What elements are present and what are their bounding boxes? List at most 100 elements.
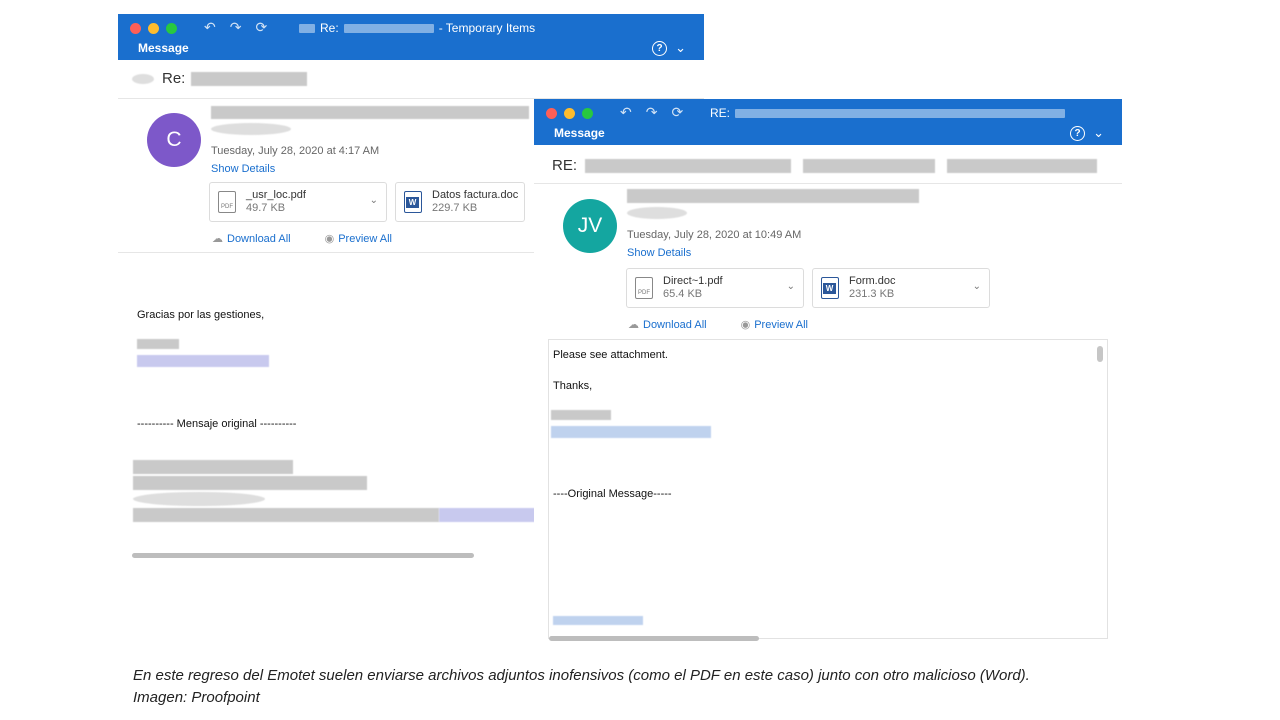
redacted-text [553,616,643,625]
attachment-card[interactable]: PDF Direct~1.pdf 65.4 KB ⌄ [626,268,804,308]
preview-all-button[interactable]: ◉ Preview All [741,318,808,331]
help-area: ? ⌄ [652,40,686,56]
help-icon[interactable]: ? [652,40,668,56]
redo-icon[interactable]: ↷ [230,19,242,36]
redacted-text [585,158,792,173]
original-message-separator: ----Original Message----- [553,488,672,500]
message-header: Tuesday, July 28, 2020 at 10:49 AM Show … [627,189,919,259]
chevron-down-icon[interactable]: ⌄ [370,195,378,206]
redacted-text [735,108,1066,118]
redo-icon[interactable]: ↷ [646,104,658,121]
redacted-text [137,355,269,367]
sync-icon[interactable]: ⟳ [255,19,267,36]
attachment-card[interactable]: Datos factura.doc 229.7 KB [395,182,525,222]
help-icon[interactable]: ? [1070,125,1086,141]
chevron-down-icon[interactable]: ⌄ [675,40,686,56]
attachment-name: _usr_loc.pdf [246,189,306,201]
vertical-scrollbar[interactable] [1097,346,1103,362]
redacted-text [133,476,367,490]
redacted-text [211,123,291,135]
attachment-list: PDF Direct~1.pdf 65.4 KB ⌄ Form.doc 231.… [626,268,990,308]
chevron-down-icon[interactable]: ⌄ [787,281,795,292]
show-details-link[interactable]: Show Details [211,163,529,175]
window-titlebar: ↶ ↷ ⟳ Re: - Temporary Items Message ? ⌄ [118,14,704,60]
attachment-actions: ☁ Download All ◉ Preview All [212,232,392,245]
redacted-text [137,339,179,349]
image-caption: En este regreso del Emotet suelen enviar… [133,665,1030,709]
redacted-text [803,158,936,173]
attachment-name: Form.doc [849,275,896,287]
pdf-file-icon: PDF [635,277,653,299]
redacted-text [133,460,293,474]
message-date: Tuesday, July 28, 2020 at 4:17 AM [211,145,380,157]
email-window-2: ↶ ↷ ⟳ RE: Message ? ⌄ RE: JV Tuesday, Ju… [534,99,1122,651]
title-prefix: Re: [320,21,339,35]
chevron-down-icon[interactable]: ⌄ [1093,125,1104,141]
body-line: Thanks, [553,380,593,392]
attachment-size: 49.7 KB [246,202,286,214]
redacted-text [191,71,308,86]
original-message-separator: ---------- Mensaje original ---------- [137,418,297,430]
tab-message[interactable]: Message [554,126,605,140]
window-titlebar: ↶ ↷ ⟳ RE: Message ? ⌄ [534,99,1122,145]
cloud-download-icon: ☁ [628,319,639,331]
toolbar-icons: ↶ ↷ ⟳ [204,19,267,36]
attachment-name: Direct~1.pdf [663,275,723,287]
undo-icon[interactable]: ↶ [620,104,632,121]
redacted-text [211,106,529,119]
download-all-label: Download All [227,233,291,245]
attachment-card[interactable]: PDF _usr_loc.pdf 49.7 KB ⌄ [209,182,387,222]
caption-credit: Imagen: Proofpoint [133,689,260,706]
window-controls [546,108,593,119]
undo-icon[interactable]: ↶ [204,19,216,36]
attachment-name: Datos factura.doc [432,189,519,201]
redacted-text [439,508,535,522]
body-line: Please see attachment. [553,349,668,361]
message-body[interactable]: Please see attachment. Thanks, ----Origi… [548,339,1108,641]
window-title: Re: - Temporary Items [294,21,535,35]
minimize-window-button[interactable] [564,108,575,119]
zoom-window-button[interactable] [582,108,593,119]
attachment-size: 229.7 KB [432,202,478,214]
show-details-link[interactable]: Show Details [627,247,919,259]
sender-avatar: C [147,113,201,167]
close-window-button[interactable] [130,23,141,34]
redacted-text [132,73,154,84]
subject-prefix: RE: [552,157,578,174]
sender-avatar: JV [563,199,617,253]
minimize-window-button[interactable] [148,23,159,34]
pdf-file-icon: PDF [218,191,236,213]
tab-message[interactable]: Message [138,41,189,55]
message-subject: Re: [132,70,308,87]
download-all-label: Download All [643,319,707,331]
help-area: ? ⌄ [1070,125,1104,141]
sync-icon[interactable]: ⟳ [671,104,683,121]
download-all-button[interactable]: ☁ Download All [628,318,707,331]
chevron-down-icon[interactable]: ⌄ [973,281,981,292]
redacted-text [343,23,434,33]
eye-icon: ◉ [740,319,751,331]
attachment-card[interactable]: Form.doc 231.3 KB ⌄ [812,268,990,308]
title-prefix: RE: [710,106,731,120]
attachment-size: 65.4 KB [663,288,703,300]
message-subject: RE: [552,157,1098,174]
window-controls [130,23,177,34]
zoom-window-button[interactable] [166,23,177,34]
redacted-signature [137,339,269,367]
preview-all-button[interactable]: ◉ Preview All [325,232,392,245]
word-file-icon [404,191,422,213]
close-window-button[interactable] [546,108,557,119]
download-all-button[interactable]: ☁ Download All [212,232,291,245]
redacted-quoted-text [133,460,535,527]
horizontal-scrollbar[interactable] [132,553,474,558]
horizontal-scrollbar[interactable] [549,636,759,641]
redacted-text [627,189,919,203]
redacted-text [627,207,687,219]
toolbar-icons: ↶ ↷ ⟳ [620,104,683,121]
title-suffix: - Temporary Items [438,21,536,35]
subject-prefix: Re: [162,70,186,87]
eye-icon: ◉ [324,233,335,245]
redacted-signature [551,410,711,438]
greeting-text: Gracias por las gestiones, [137,309,265,321]
redacted-text [299,23,315,33]
